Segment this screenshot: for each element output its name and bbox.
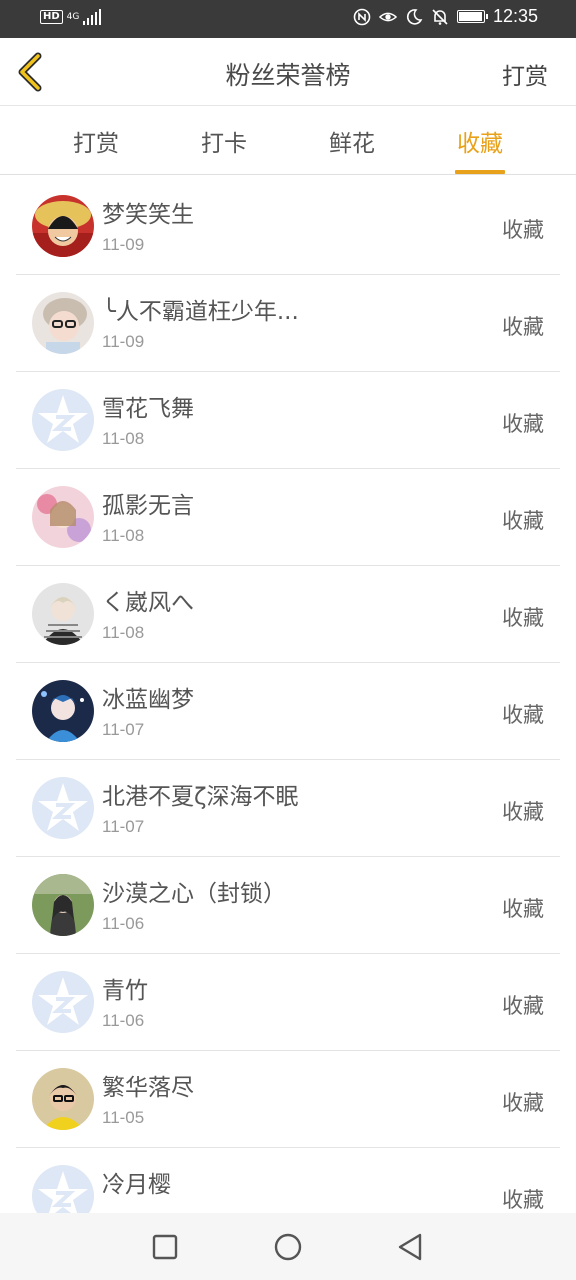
status-left: HD 4G xyxy=(40,9,102,25)
tab-flowers[interactable]: 鲜花 xyxy=(302,124,402,158)
tab-favorites-label: 收藏 xyxy=(457,131,503,157)
recents-square-icon xyxy=(152,1234,178,1260)
back-nav-button[interactable] xyxy=(394,1231,426,1263)
status-bar: HD 4G 12:35 xyxy=(0,0,576,38)
fan-date: 11-08 xyxy=(102,526,145,545)
fan-date: 11-08 xyxy=(102,623,145,642)
avatar xyxy=(32,195,94,257)
default-avatar xyxy=(32,971,94,1033)
fan-name: 孤影无言 xyxy=(102,493,194,519)
avatar xyxy=(32,680,94,742)
default-avatar xyxy=(32,1165,94,1213)
fan-name: 梦笑笑生 xyxy=(102,202,194,228)
mute-icon xyxy=(431,8,449,26)
fan-date: 11-09 xyxy=(102,332,145,351)
home-button[interactable] xyxy=(272,1231,304,1263)
list-item[interactable]: 孤影无言 11-08 收藏 xyxy=(16,468,560,566)
list-item[interactable]: 雪花飞舞 11-08 收藏 xyxy=(16,371,560,469)
default-avatar xyxy=(32,389,94,451)
back-triangle-icon xyxy=(398,1233,422,1261)
avatar xyxy=(32,583,94,645)
hd-icon: HD xyxy=(40,10,63,24)
status-right: 12:35 xyxy=(353,6,538,27)
fan-date: 11-05 xyxy=(102,1108,145,1127)
recents-button[interactable] xyxy=(149,1231,181,1263)
tab-favorites[interactable]: 收藏 xyxy=(430,124,530,174)
fan-action-label: 收藏 xyxy=(502,703,544,727)
fan-action-label: 收藏 xyxy=(502,412,544,436)
fan-date: 11-07 xyxy=(102,817,145,836)
list-item[interactable]: 冷月樱 收藏 xyxy=(16,1147,560,1213)
avatar xyxy=(32,486,94,548)
tab-bar: 打赏 打卡 鲜花 收藏 xyxy=(0,106,576,175)
page-title: 粉丝荣誉榜 xyxy=(225,61,351,90)
default-avatar xyxy=(32,777,94,839)
status-clock: 12:35 xyxy=(492,6,538,26)
nav-header: 粉丝荣誉榜 打赏 xyxy=(0,38,576,106)
fan-date: 11-08 xyxy=(102,429,145,448)
reward-button[interactable]: 打赏 xyxy=(502,57,548,91)
avatar xyxy=(32,1068,94,1130)
fan-date: 11-06 xyxy=(102,1011,145,1030)
fan-name: ╰人不霸道枉少年... xyxy=(102,299,299,325)
signal-icon xyxy=(83,9,102,25)
fan-date: 11-06 xyxy=(102,914,145,933)
list-item[interactable]: ╰人不霸道枉少年... 11-09 收藏 xyxy=(16,274,560,372)
fan-date: 11-07 xyxy=(102,720,145,739)
fan-action-label: 收藏 xyxy=(502,897,544,921)
list-item[interactable]: 沙漠之心（封锁） 11-06 收藏 xyxy=(16,856,560,954)
fan-action-label: 收藏 xyxy=(502,1188,544,1212)
fan-list[interactable]: 梦笑笑生 11-09 收藏 ╰人不霸道枉少年... 11-09 收藏 雪花飞舞 … xyxy=(0,177,576,1213)
nfc-icon xyxy=(353,8,371,26)
fan-name: 北港不夏ζ深海不眠 xyxy=(102,784,299,810)
fan-action-label: 收藏 xyxy=(502,994,544,1018)
list-item[interactable]: 梦笑笑生 11-09 收藏 xyxy=(16,177,560,275)
battery-icon xyxy=(456,10,488,23)
fan-date: 11-09 xyxy=(102,235,145,254)
fan-action-label: 收藏 xyxy=(502,606,544,630)
system-nav-bar xyxy=(0,1213,576,1280)
active-tab-indicator xyxy=(455,170,505,174)
avatar xyxy=(32,292,94,354)
home-circle-icon xyxy=(274,1233,302,1261)
fan-name: 繁华落尽 xyxy=(102,1075,194,1101)
do-not-disturb-icon xyxy=(405,8,423,26)
fan-name: く崴风へ xyxy=(102,590,194,616)
fan-name: 冷月樱 xyxy=(102,1172,171,1198)
fan-name: 冰蓝幽梦 xyxy=(102,687,194,713)
tab-reward[interactable]: 打赏 xyxy=(46,124,146,158)
list-item[interactable]: 青竹 11-06 收藏 xyxy=(16,953,560,1051)
fan-action-label: 收藏 xyxy=(502,315,544,339)
list-item[interactable]: 繁华落尽 11-05 收藏 xyxy=(16,1050,560,1148)
network-type: 4G xyxy=(66,12,80,22)
fan-action-label: 收藏 xyxy=(502,800,544,824)
tab-checkin[interactable]: 打卡 xyxy=(174,124,274,158)
eye-comfort-icon xyxy=(378,8,397,26)
list-item[interactable]: 冰蓝幽梦 11-07 收藏 xyxy=(16,662,560,760)
list-item[interactable]: く崴风へ 11-08 收藏 xyxy=(16,565,560,663)
fan-name: 雪花飞舞 xyxy=(102,396,194,422)
fan-name: 沙漠之心（封锁） xyxy=(102,881,286,907)
list-item[interactable]: 北港不夏ζ深海不眠 11-07 收藏 xyxy=(16,759,560,857)
fan-action-label: 收藏 xyxy=(502,218,544,242)
fan-action-label: 收藏 xyxy=(502,509,544,533)
avatar xyxy=(32,874,94,936)
fan-action-label: 收藏 xyxy=(502,1091,544,1115)
fan-name: 青竹 xyxy=(102,978,148,1004)
